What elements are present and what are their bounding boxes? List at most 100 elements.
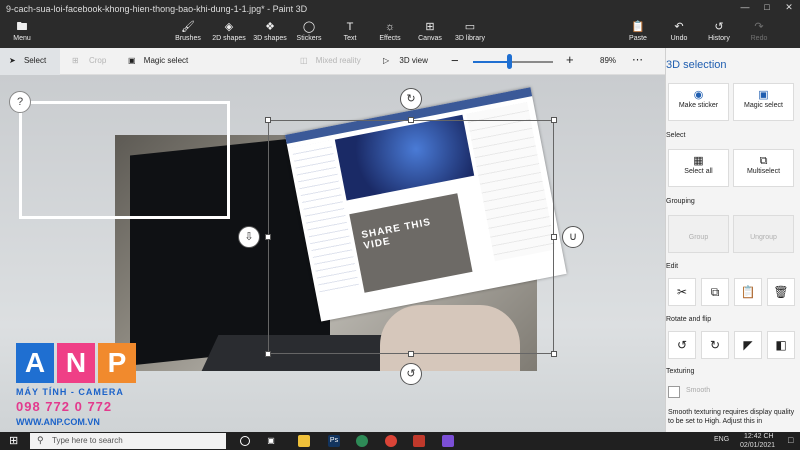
- zoom-out-button[interactable]: −: [451, 53, 459, 68]
- flip-horizontal-icon[interactable]: ◤: [734, 331, 762, 359]
- 2d-shapes-button[interactable]: ◈ 2D shapes: [207, 20, 251, 42]
- 3d-library-icon: ▭: [464, 21, 476, 33]
- canvas-area[interactable]: SHARE THIS VIDE ? ↻ ∪ ↺ ⇩ A N P MÁY TÍNH…: [0, 75, 665, 432]
- resize-handle-top[interactable]: [408, 117, 414, 123]
- cortana-icon[interactable]: [240, 436, 250, 446]
- redo-icon: ↷: [754, 21, 764, 33]
- app-icon[interactable]: [413, 435, 425, 447]
- copy-icon[interactable]: ⧉: [701, 278, 729, 306]
- menu-icon: 🖿: [16, 21, 28, 33]
- taskbar-search-input[interactable]: ⚲ Type here to search: [30, 433, 226, 449]
- 2d-shapes-icon: ◈: [224, 21, 234, 33]
- delete-icon[interactable]: 🗑: [767, 278, 795, 306]
- multiselect-icon: ⧉: [759, 155, 768, 167]
- undo-button[interactable]: ↶ Undo: [657, 20, 701, 42]
- watermark-phone: 098 772 0 772: [16, 399, 113, 414]
- select-all-button[interactable]: ▦ Select all: [668, 149, 729, 187]
- smooth-label: Smooth: [686, 387, 711, 394]
- text-icon: T: [346, 21, 354, 33]
- crop-tool[interactable]: ⊞ Crop: [72, 56, 106, 65]
- canvas-button[interactable]: ⊞ Canvas: [408, 20, 452, 42]
- search-icon: ⚲: [37, 435, 44, 445]
- notifications-icon[interactable]: □: [788, 435, 793, 445]
- mixed-reality-icon: ◫: [300, 56, 308, 65]
- resize-handle-top-left[interactable]: [265, 117, 271, 123]
- task-view-icon[interactable]: ▣: [265, 435, 277, 447]
- magic-select-icon: ▣: [128, 56, 136, 65]
- select-all-icon: ▦: [693, 155, 704, 167]
- maximize-icon[interactable]: □: [756, 2, 778, 16]
- selection-box[interactable]: [268, 120, 554, 354]
- ungroup-button[interactable]: Ungroup: [733, 215, 794, 253]
- resize-handle-right[interactable]: [551, 234, 557, 240]
- ribbon: 🖿 Menu 🖌 Brushes ◈ 2D shapes ❖ 3D shapes…: [0, 18, 800, 48]
- rotate-z-icon[interactable]: ↺: [400, 363, 422, 385]
- window-title: 9-cach-sua-loi-facebook-khong-hien-thong…: [6, 4, 308, 14]
- close-icon[interactable]: ✕: [778, 2, 800, 16]
- rotate-left-icon[interactable]: ↺: [668, 331, 696, 359]
- cursor-icon: ➤: [9, 56, 16, 65]
- depth-control-icon[interactable]: ⇩: [238, 226, 260, 248]
- multiselect-button[interactable]: ⧉ Multiselect: [733, 149, 794, 187]
- clock-date[interactable]: 02/01/2021: [740, 442, 775, 449]
- minimize-icon[interactable]: —: [734, 2, 756, 16]
- windows-start-icon[interactable]: ⊞: [9, 434, 18, 447]
- more-options-button[interactable]: ⋯: [632, 53, 643, 66]
- paste-icon: 📋: [631, 21, 645, 33]
- select-tool[interactable]: ➤ Select: [0, 48, 60, 75]
- mixed-reality-button[interactable]: ◫ Mixed reality: [300, 56, 361, 65]
- 3d-shapes-button[interactable]: ❖ 3D shapes: [248, 20, 292, 42]
- watermark-tagline: MÁY TÍNH - CAMERA: [16, 387, 124, 397]
- rotate-right-icon[interactable]: ↻: [701, 331, 729, 359]
- zoom-in-button[interactable]: +: [566, 52, 574, 67]
- text-button[interactable]: T Text: [328, 20, 372, 42]
- toolbar: ➤ Select ⊞ Crop ▣ Magic select ◫ Mixed r…: [0, 48, 665, 75]
- 3d-view-icon: ▷: [383, 56, 390, 65]
- white-rectangle-shape[interactable]: [19, 101, 230, 219]
- 3d-library-button[interactable]: ▭ 3D library: [448, 20, 492, 42]
- effects-icon: ☼: [384, 21, 396, 33]
- chrome-icon[interactable]: [385, 435, 397, 447]
- stickers-button[interactable]: ◯ Stickers: [287, 20, 331, 42]
- resize-handle-top-right[interactable]: [551, 117, 557, 123]
- title-bar: 9-cach-sua-loi-facebook-khong-hien-thong…: [0, 0, 800, 18]
- 3d-view-toggle[interactable]: ▷ 3D view: [383, 56, 428, 65]
- brush-icon: 🖌: [181, 21, 195, 33]
- brushes-button[interactable]: 🖌 Brushes: [166, 20, 210, 42]
- photoshop-icon[interactable]: Ps: [328, 435, 340, 447]
- sticker-icon: ◉: [693, 89, 704, 101]
- texturing-section-label: Texturing: [666, 368, 695, 375]
- file-explorer-icon[interactable]: [298, 435, 310, 447]
- zoom-slider-thumb[interactable]: [507, 54, 512, 69]
- rotate-x-icon[interactable]: ↻: [400, 88, 422, 110]
- flip-vertical-icon[interactable]: ◧: [767, 331, 795, 359]
- panel-magic-select-button[interactable]: ▣ Magic select: [733, 83, 794, 121]
- paint3d-icon[interactable]: [442, 435, 454, 447]
- language-indicator[interactable]: ENG: [714, 436, 729, 443]
- redo-button[interactable]: ↷ Redo: [737, 20, 781, 42]
- select-section-label: Select: [666, 132, 686, 139]
- stickers-icon: ◯: [302, 21, 316, 33]
- group-button[interactable]: Group: [668, 215, 729, 253]
- resize-handle-bottom-right[interactable]: [551, 351, 557, 357]
- magic-select-tool[interactable]: ▣ Magic select: [128, 56, 188, 65]
- rotate-y-icon[interactable]: ∪: [562, 226, 584, 248]
- smooth-note: Smooth texturing requires display qualit…: [668, 409, 795, 425]
- make-sticker-button[interactable]: ◉ Make sticker: [668, 83, 729, 121]
- history-button[interactable]: ↺ History: [697, 20, 741, 42]
- paste-button[interactable]: 📋 Paste: [616, 20, 660, 42]
- smooth-checkbox[interactable]: [668, 386, 680, 398]
- watermark-letter-p: P: [98, 343, 136, 383]
- taskbar: ⊞ ⚲ Type here to search ▣ Ps ENG 12:42 C…: [0, 432, 800, 450]
- grouping-section-label: Grouping: [666, 198, 695, 205]
- zalo-icon[interactable]: [356, 435, 368, 447]
- cut-icon[interactable]: ✂: [668, 278, 696, 306]
- effects-button[interactable]: ☼ Effects: [368, 20, 412, 42]
- paste-icon[interactable]: 📋: [734, 278, 762, 306]
- help-button[interactable]: ?: [9, 91, 31, 113]
- resize-handle-left[interactable]: [265, 234, 271, 240]
- resize-handle-bottom[interactable]: [408, 351, 414, 357]
- clock-time[interactable]: 12:42 CH: [744, 433, 774, 440]
- resize-handle-bottom-left[interactable]: [265, 351, 271, 357]
- menu-button[interactable]: 🖿 Menu: [0, 20, 44, 42]
